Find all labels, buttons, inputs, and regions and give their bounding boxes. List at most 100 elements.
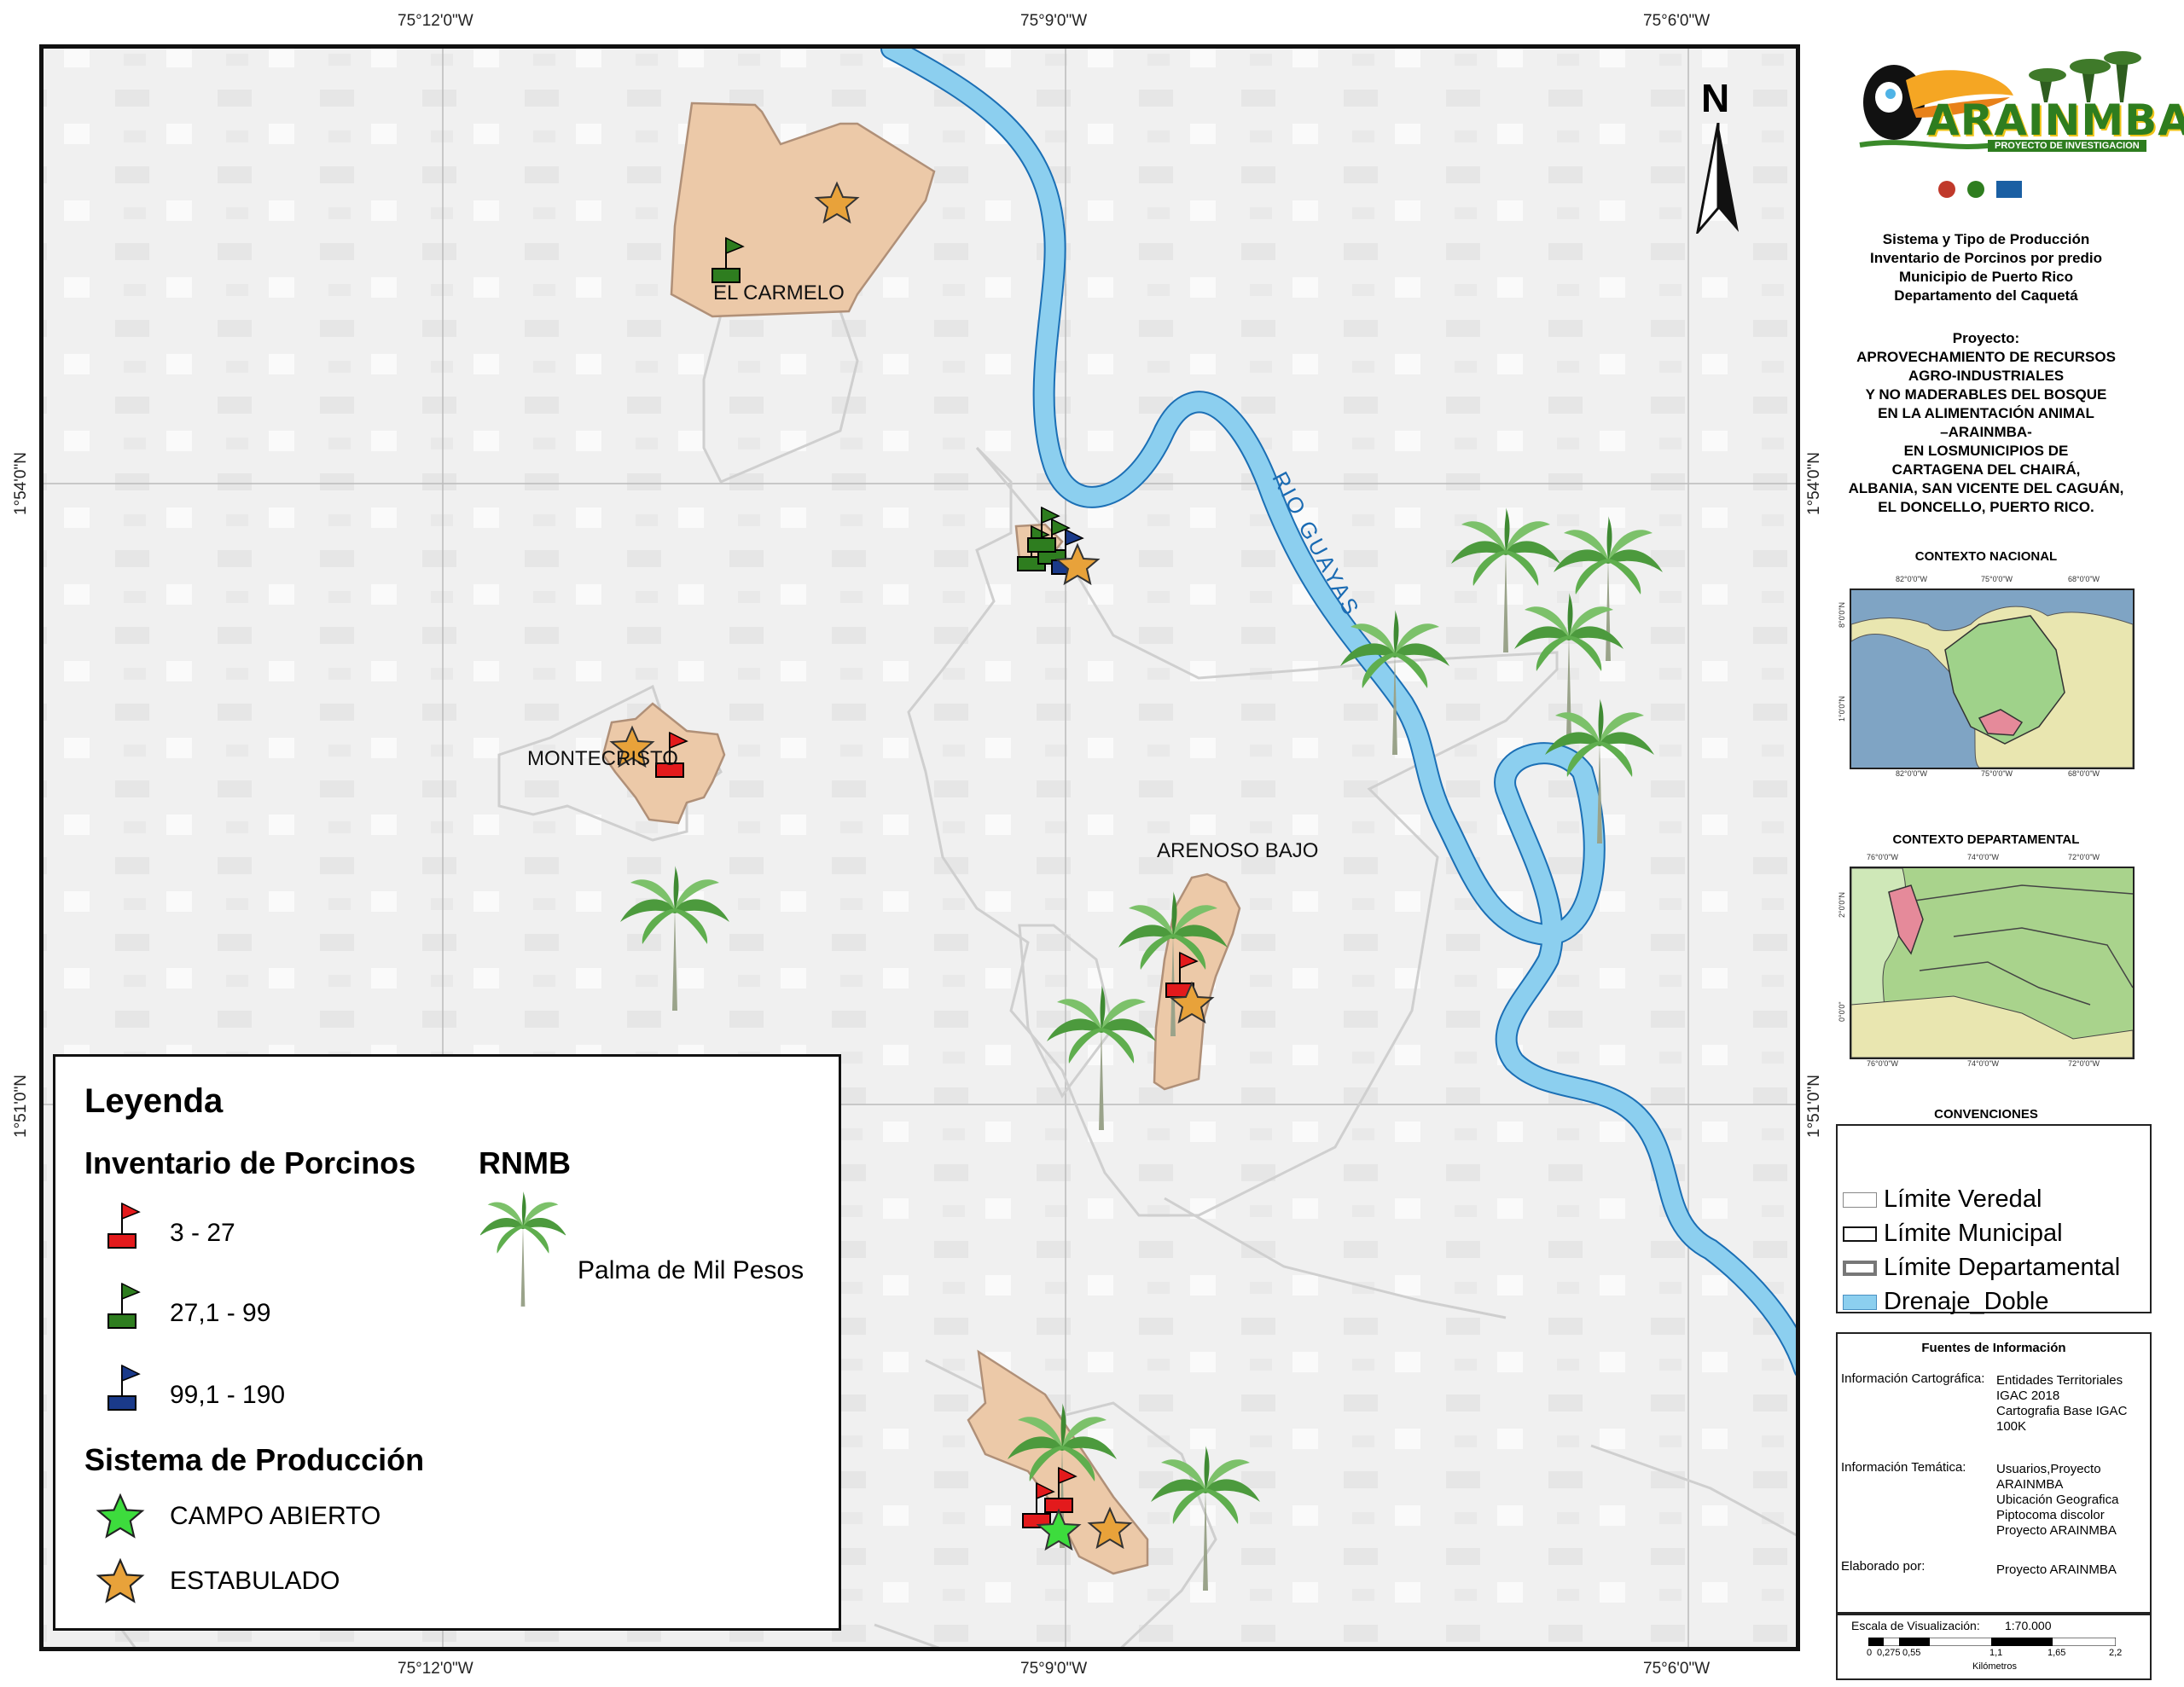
convenciones-title: CONVENCIONES xyxy=(1934,1107,2038,1122)
dep-tick-b3: 72°0'0"W xyxy=(2068,1059,2100,1068)
scale-tick-3: 0,55 xyxy=(1902,1648,1921,1658)
dep-lat-1: 2°0'0"N xyxy=(1838,891,1846,918)
coord-left-2: 1°51'0"N xyxy=(12,1075,30,1138)
legend-title: Leyenda xyxy=(84,1082,224,1120)
coord-top-1: 75°12'0"W xyxy=(398,12,473,30)
fuente-value-2e: Proyecto ARAINMBA xyxy=(1996,1523,2117,1538)
legend-system-title: Sistema de Producción xyxy=(84,1442,425,1477)
conv-item-2: Límite Municipal xyxy=(1884,1220,2063,1247)
legend-inventory-3: 99,1 - 190 xyxy=(170,1381,286,1409)
map-title-3: Municipio de Puerto Rico xyxy=(1898,269,2073,285)
scale-tick-4: 1,1 xyxy=(1989,1648,2003,1658)
north-arrow-icon xyxy=(1696,123,1739,234)
coord-bottom-1: 75°12'0"W xyxy=(398,1660,473,1678)
scale-bar-icon xyxy=(1868,1638,2116,1646)
scale-tick-2: 0,275 xyxy=(1877,1648,1901,1658)
convenciones-box: Límite Veredal Límite Municipal Límite D… xyxy=(1836,1124,2152,1315)
sponsor-logos-icon xyxy=(1938,181,2022,198)
contexto-departamental-title: CONTEXTO DEPARTAMENTAL xyxy=(1892,832,2080,847)
legend-system-1: CAMPO ABIERTO xyxy=(170,1502,381,1530)
label-montecristo: MONTECRISTO xyxy=(527,747,678,770)
legend-flag-blue-icon xyxy=(107,1364,141,1411)
nacional-map-icon xyxy=(1850,606,2134,768)
legend-inventory-title: Inventario de Porcinos xyxy=(84,1145,416,1180)
legend-panel: Leyenda Inventario de Porcinos RNMB 3 - … xyxy=(53,1054,841,1631)
nac-tick-3: 68°0'0"W xyxy=(2068,575,2100,583)
legend-rnmb-title: RNMB xyxy=(479,1145,571,1180)
legend-star-orange-icon xyxy=(96,1558,145,1603)
north-arrow: N xyxy=(1689,75,1749,237)
scale-box: Escala de Visualización: 1:70.000 0 0,27… xyxy=(1836,1614,2152,1680)
fuente-value-3a: Proyecto ARAINMBA xyxy=(1996,1562,2117,1577)
logo-word: ARAINMBA xyxy=(1926,96,2184,145)
nac-tick-b3: 68°0'0"W xyxy=(2068,769,2100,778)
scale-tick-5: 1,65 xyxy=(2048,1648,2066,1658)
project-line-1: Proyecto: xyxy=(1952,330,2020,346)
nac-lat-2: 1°0'0"N xyxy=(1838,695,1846,722)
scale-tick-6: 2,2 xyxy=(2109,1648,2123,1658)
limite-municipal-swatch xyxy=(1843,1226,1877,1243)
nac-tick-b2: 75°0'0"W xyxy=(1981,769,2013,778)
fuente-value-2b: ARAINMBA xyxy=(1996,1477,2064,1492)
project-line-2: APROVECHAMIENTO DE RECURSOS xyxy=(1856,349,2116,365)
scale-unit: Kilómetros xyxy=(1972,1661,2017,1672)
info-panel: ARAINMBA PROYECTO DE INVESTIGACION Siste… xyxy=(1815,39,2184,1680)
limite-veredal-swatch xyxy=(1843,1192,1877,1209)
nac-tick-2: 75°0'0"W xyxy=(1981,575,2013,583)
fuente-value-2c: Ubicación Geografica xyxy=(1996,1493,2119,1507)
dep-tick-1: 76°0'0"W xyxy=(1867,853,1899,861)
legend-system-2: ESTABULADO xyxy=(170,1567,340,1595)
inset-nacional xyxy=(1850,588,2135,769)
arainmba-logo: ARAINMBA PROYECTO DE INVESTIGACION xyxy=(1834,43,2184,171)
legend-flag-green-icon xyxy=(107,1282,141,1329)
fuente-label-2: Información Temática: xyxy=(1841,1460,1966,1475)
fuente-value-1d: 100K xyxy=(1996,1419,2027,1434)
coord-top-2: 75°9'0"W xyxy=(1020,12,1088,30)
conv-item-3: Límite Departamental xyxy=(1884,1254,2121,1281)
map-title-1: Sistema y Tipo de Producción xyxy=(1882,231,2090,247)
fuentes-box: Fuentes de Información Información Carto… xyxy=(1836,1332,2152,1614)
legend-flag-red-icon xyxy=(107,1202,141,1249)
nac-lat-1: 8°0'0"N xyxy=(1838,601,1846,628)
fuente-label-1: Información Cartográfica: xyxy=(1841,1371,1985,1386)
project-line-4: Y NO MADERABLES DEL BOSQUE xyxy=(1865,386,2107,403)
inset-departamental xyxy=(1850,867,2135,1059)
dep-tick-b2: 74°0'0"W xyxy=(1967,1059,2000,1068)
dep-tick-3: 72°0'0"W xyxy=(2068,853,2100,861)
north-label: N xyxy=(1701,76,1730,120)
fuente-value-1a: Entidades Territoriales xyxy=(1996,1373,2123,1388)
scale-tick-1: 0 xyxy=(1867,1648,1873,1658)
limite-departamental-swatch xyxy=(1843,1261,1877,1277)
fuente-value-1b: IGAC 2018 xyxy=(1996,1388,2060,1403)
project-line-7: EN LOSMUNICIPIOS DE xyxy=(1903,443,2069,459)
project-line-3: AGRO-INDUSTRIALES xyxy=(1908,368,2065,384)
legend-star-green-icon xyxy=(96,1493,145,1539)
coord-top-3: 75°6'0"W xyxy=(1643,12,1711,30)
map-title-2: Inventario de Porcinos por predio xyxy=(1869,250,2103,266)
fuente-value-2a: Usuarios,Proyecto xyxy=(1996,1462,2101,1476)
conv-item-4: Drenaje_Doble xyxy=(1884,1288,2049,1315)
drenaje-swatch xyxy=(1843,1295,1877,1311)
legend-inventory-2: 27,1 - 99 xyxy=(170,1299,271,1327)
dep-tick-2: 74°0'0"W xyxy=(1967,853,2000,861)
legend-inventory-1: 3 - 27 xyxy=(170,1219,235,1247)
map-title-4: Departamento del Caquetá xyxy=(1894,287,2078,304)
nac-tick-b1: 82°0'0"W xyxy=(1896,769,1928,778)
departamental-map-icon xyxy=(1850,867,2134,1058)
dep-tick-b1: 76°0'0"W xyxy=(1867,1059,1899,1068)
contexto-nacional-title: CONTEXTO NACIONAL xyxy=(1914,549,2058,564)
dep-lat-2: 0°0'0" xyxy=(1838,1001,1846,1022)
logo-subtitle: PROYECTO DE INVESTIGACION xyxy=(1988,140,2146,152)
legend-palm-label: Palma de Mil Pesos xyxy=(578,1256,804,1284)
scale-label: Escala de Visualización: xyxy=(1851,1619,1980,1632)
fuentes-title: Fuentes de Información xyxy=(1921,1341,2066,1355)
project-line-6: –ARAINMBA- xyxy=(1940,424,2032,440)
fuente-value-2d: Piptocoma discolor xyxy=(1996,1508,2105,1522)
fuente-label-3: Elaborado por: xyxy=(1841,1559,1926,1574)
project-line-8: CARTAGENA DEL CHAIRÁ, xyxy=(1891,461,2081,478)
project-line-10: EL DONCELLO, PUERTO RICO. xyxy=(1878,499,2094,515)
coord-bottom-3: 75°6'0"W xyxy=(1643,1660,1711,1678)
nac-tick-1: 82°0'0"W xyxy=(1896,575,1928,583)
label-arenoso-bajo: ARENOSO BAJO xyxy=(1157,839,1319,862)
project-line-9: ALBANIA, SAN VICENTE DEL CAGUÁN, xyxy=(1848,480,2124,496)
